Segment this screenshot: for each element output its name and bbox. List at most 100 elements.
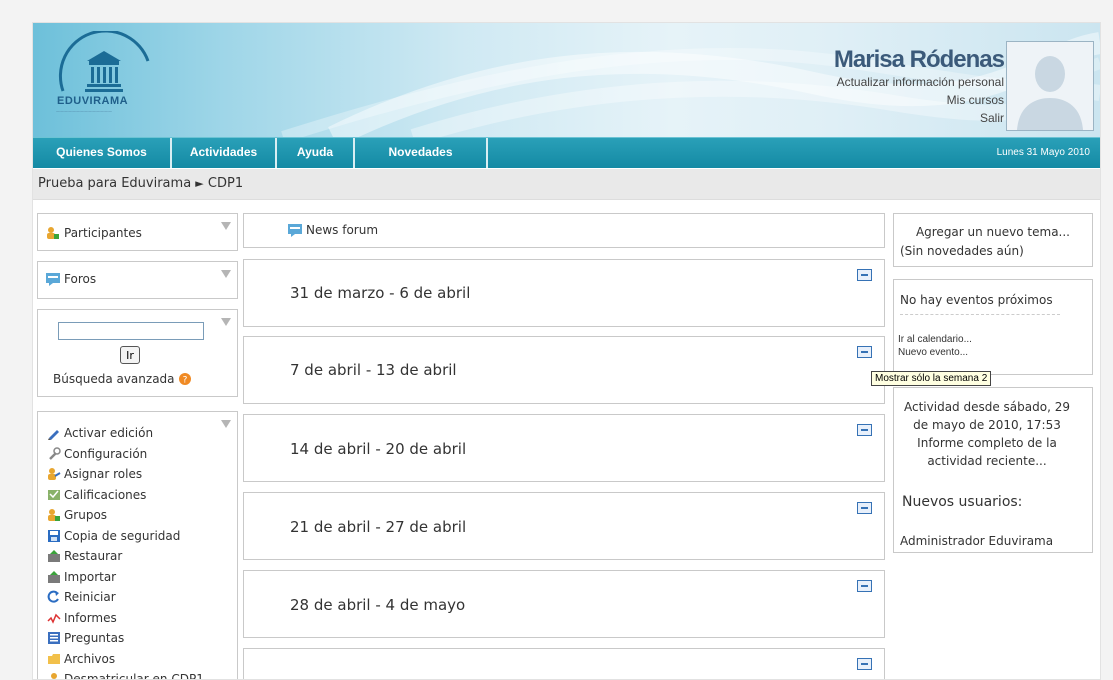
divider	[900, 314, 1060, 315]
week-title: 31 de marzo - 6 de abril	[290, 284, 471, 302]
admin-menu-label: Archivos	[64, 651, 116, 666]
block-collapse-icon[interactable]	[221, 420, 231, 428]
logo-text: EDUVIRAMA	[57, 95, 129, 107]
activity-since-text: Actividad desde sábado, 29 de mayo de 20…	[904, 400, 1070, 432]
logo-subtext-decoration: ——————————————	[56, 109, 112, 114]
user-name[interactable]: Marisa Ródenas	[834, 47, 1005, 73]
participants-link-row[interactable]: Participantes	[46, 226, 142, 240]
user-menu: Marisa Ródenas Actualizar información pe…	[834, 47, 1005, 127]
nav-actividades[interactable]: Actividades	[172, 138, 277, 168]
wrench-icon	[49, 447, 61, 460]
participants-label: Participantes	[64, 226, 142, 240]
user-icon	[51, 673, 57, 679]
show-only-week-icon[interactable]	[857, 580, 872, 592]
breadcrumb-separator: ►	[195, 177, 204, 190]
new-users-title: Nuevos usuarios:	[902, 494, 1023, 510]
news-forum-label: News forum	[306, 223, 379, 237]
week-section-6	[243, 648, 885, 679]
new-event-link[interactable]: Nuevo evento...	[898, 347, 968, 358]
admin-menu-item[interactable]: Reiniciar	[47, 587, 204, 608]
admin-menu-label: Configuración	[64, 446, 148, 461]
breadcrumb-course-link[interactable]: Prueba para Eduvirama	[38, 176, 191, 191]
week-title: 28 de abril - 4 de mayo	[290, 596, 466, 614]
admin-menu-item[interactable]: Importar	[47, 567, 204, 588]
page: EDUVIRAMA —————————————— Marisa Ródenas …	[32, 22, 1101, 680]
search-block: Ir Búsqueda avanzada ?	[37, 309, 238, 397]
add-new-topic-link[interactable]: Agregar un nuevo tema...	[916, 225, 1070, 239]
edit-profile-link[interactable]: Actualizar información personal	[834, 73, 1004, 91]
forum-icon	[288, 224, 302, 237]
user-silhouette-icon	[1007, 42, 1093, 130]
report-icon	[47, 613, 61, 624]
week-section-1: 31 de marzo - 6 de abril	[243, 259, 885, 327]
admin-list: Activar edición Configuración Asignar role…	[47, 423, 204, 679]
admin-menu-item[interactable]: Asignar roles	[47, 464, 204, 485]
new-user-name[interactable]: Administrador Eduvirama	[900, 534, 1053, 548]
nav-ayuda[interactable]: Ayuda	[277, 138, 355, 168]
pencil-icon	[48, 430, 59, 441]
search-go-button[interactable]: Ir	[120, 346, 140, 364]
upcoming-events-block: No hay eventos próximos Ir al calendario…	[893, 279, 1093, 375]
block-collapse-icon[interactable]	[221, 318, 231, 326]
block-collapse-icon[interactable]	[221, 270, 231, 278]
go-to-calendar-link[interactable]: Ir al calendario...	[898, 334, 972, 345]
admin-menu-label: Asignar roles	[64, 467, 143, 481]
help-icon: ?	[178, 373, 191, 386]
admin-menu-item[interactable]: Desmatricular en CDP1	[47, 669, 204, 679]
participants-block: Participantes	[37, 213, 238, 251]
import-icon	[48, 570, 60, 583]
admin-menu-item[interactable]: Configuración	[47, 444, 204, 465]
forums-label: Foros	[64, 272, 97, 286]
news-forum-section: News forum	[243, 213, 885, 248]
nav-quienes-somos[interactable]: Quienes Somos	[33, 138, 172, 168]
header-banner: EDUVIRAMA —————————————— Marisa Ródenas …	[33, 23, 1100, 137]
admin-menu-item[interactable]: Restaurar	[47, 546, 204, 567]
admin-menu-label: Activar edición	[64, 426, 154, 440]
eduvirama-logo-icon	[58, 31, 150, 92]
show-only-week-icon[interactable]	[857, 346, 872, 358]
admin-menu-label: Grupos	[64, 508, 108, 522]
admin-menu-item[interactable]: Informes	[47, 608, 204, 629]
avatar[interactable]	[1006, 41, 1094, 131]
admin-menu-item[interactable]: Grupos	[47, 505, 204, 526]
week-tooltip: Mostrar sólo la semana 2	[871, 371, 992, 386]
admin-menu-item[interactable]: Preguntas	[47, 628, 204, 649]
logout-link[interactable]: Salir	[834, 109, 1004, 127]
forums-link-row[interactable]: Foros	[46, 272, 96, 286]
advanced-search-row[interactable]: Búsqueda avanzada ?	[53, 372, 192, 386]
forum-search-input[interactable]	[58, 322, 204, 340]
admin-menu-item[interactable]: Copia de seguridad	[47, 526, 204, 547]
restore-icon	[48, 550, 60, 563]
svg-text:?: ?	[182, 376, 187, 386]
nav-novedades[interactable]: Novedades	[355, 138, 488, 168]
advanced-search-link: Búsqueda avanzada	[53, 372, 175, 386]
week-title: 14 de abril - 20 de abril	[290, 440, 467, 458]
admin-menu-item[interactable]: Calificaciones	[47, 485, 204, 506]
week-title: 7 de abril - 13 de abril	[290, 361, 457, 379]
admin-menu-item[interactable]: Archivos	[47, 649, 204, 670]
block-collapse-icon[interactable]	[221, 222, 231, 230]
my-courses-link[interactable]: Mis cursos	[834, 91, 1004, 109]
users-icon	[47, 227, 59, 239]
show-only-week-icon[interactable]	[857, 269, 872, 281]
breadcrumb: Prueba para Eduvirama ► CDP1	[33, 169, 1100, 200]
admin-menu-label: Copia de seguridad	[64, 528, 181, 543]
main-nav: Quienes Somos Actividades Ayuda Novedade…	[33, 137, 1100, 168]
no-events-text: No hay eventos próximos	[900, 293, 1053, 307]
week-title: 21 de abril - 27 de abril	[290, 518, 467, 536]
full-activity-report-link[interactable]: Informe completo de la actividad recient…	[898, 434, 1076, 470]
latest-news-block: Agregar un nuevo tema... (Sin novedades …	[893, 213, 1093, 267]
admin-menu-item[interactable]: Activar edición	[47, 423, 204, 444]
news-forum-link-row[interactable]: News forum	[288, 223, 378, 237]
folder-icon	[48, 653, 60, 664]
show-only-week-icon[interactable]	[857, 502, 872, 514]
show-only-week-icon[interactable]	[857, 424, 872, 436]
reset-icon	[47, 590, 59, 603]
disk-icon	[48, 529, 60, 542]
week-section-5: 28 de abril - 4 de mayo	[243, 570, 885, 638]
show-only-week-icon[interactable]	[857, 658, 872, 670]
admin-menu-label: Importar	[64, 569, 117, 584]
admin-menu-label: Reiniciar	[64, 590, 116, 604]
group-icon	[48, 509, 60, 522]
users-icon	[48, 468, 61, 481]
